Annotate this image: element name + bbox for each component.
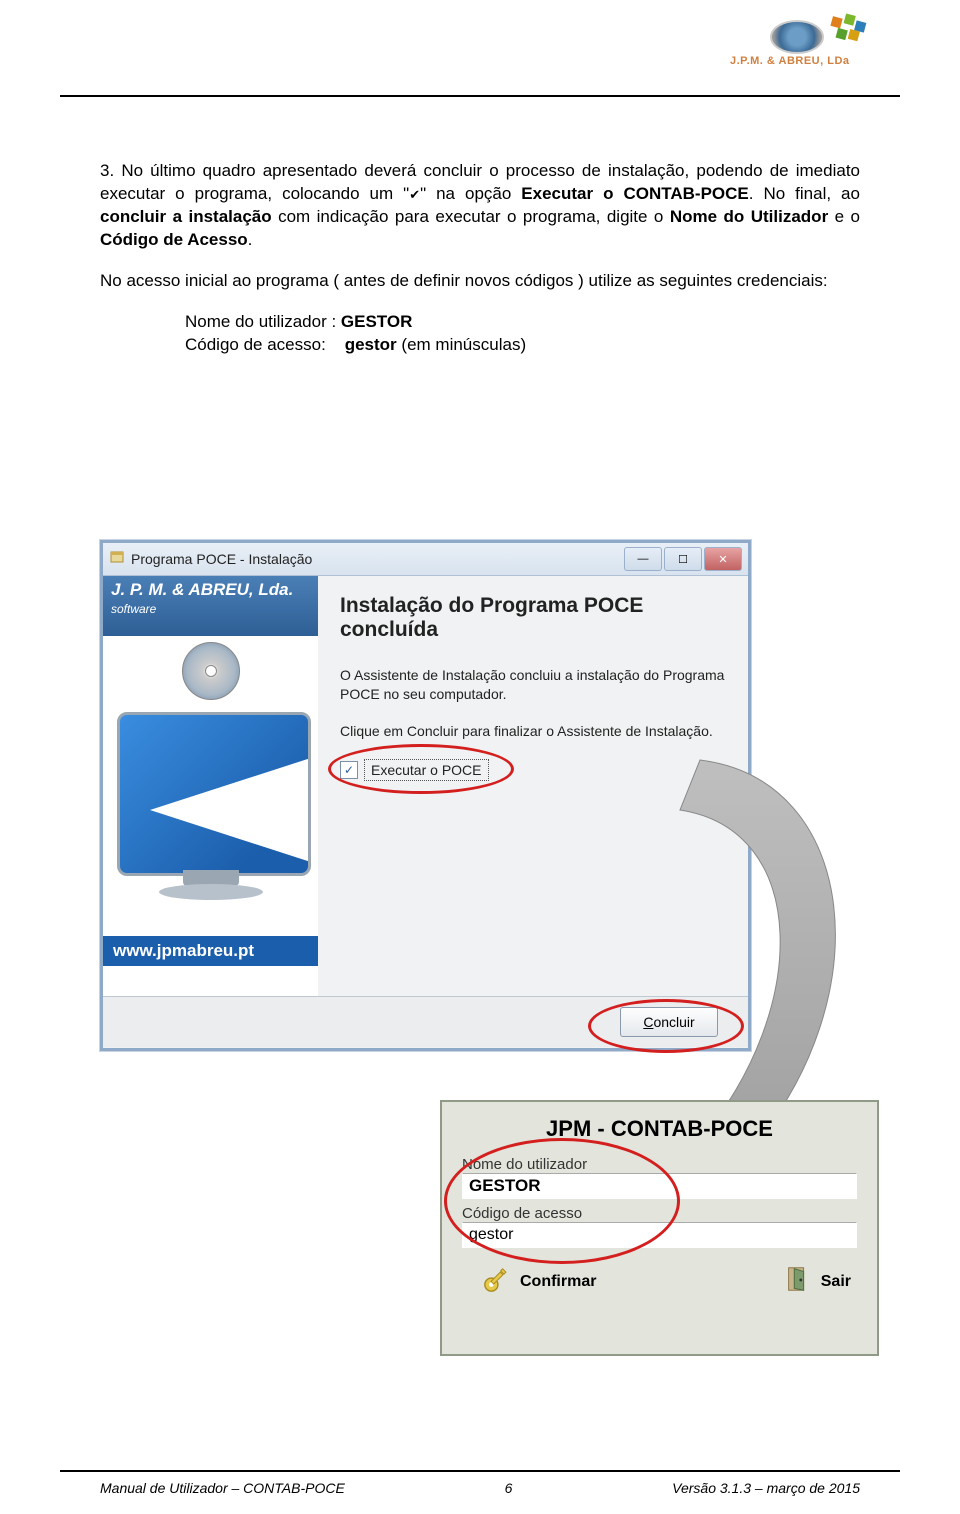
login-body: Nome do utilizador Código de acesso xyxy=(442,1156,877,1250)
window-title: Programa POCE - Instalação xyxy=(131,551,624,567)
brand-sub: software xyxy=(111,602,310,616)
footer-right: Versão 3.1.3 – março de 2015 xyxy=(672,1480,860,1496)
footer-divider xyxy=(60,1470,900,1472)
p1-end: . xyxy=(248,230,253,249)
cred-user-row: Nome do utilizador : GESTOR xyxy=(185,311,860,334)
cred-user-value: GESTOR xyxy=(341,312,412,331)
p1-mid2: . No final, ao xyxy=(749,184,860,203)
exit-label: Sair xyxy=(821,1273,851,1291)
p1-bold1: Executar o CONTAB-POCE xyxy=(521,184,748,203)
monitor-graphic: www.jpmabreu.pt xyxy=(103,706,318,966)
p1-bold2: concluir a instalação xyxy=(100,207,272,226)
cd-icon xyxy=(182,642,240,700)
installer-window: Programa POCE - Instalação — ☐ ✕ J. P. M… xyxy=(100,540,751,1051)
page-footer: Manual de Utilizador – CONTAB-POCE 6 Ver… xyxy=(100,1480,860,1496)
close-button[interactable]: ✕ xyxy=(704,547,742,571)
concluir-button[interactable]: Concluir xyxy=(620,1007,718,1037)
pixel-icon xyxy=(827,10,873,49)
credentials-block: Nome do utilizador : GESTOR Código de ac… xyxy=(185,311,860,357)
p1-bold3: Nome do Utilizador xyxy=(670,207,828,226)
minimize-button[interactable]: — xyxy=(624,547,662,571)
p1-bold4: Código de Acesso xyxy=(100,230,248,249)
title-line2: concluída xyxy=(340,618,438,641)
url-bar: www.jpmabreu.pt xyxy=(103,936,318,966)
door-icon xyxy=(783,1264,813,1299)
p1-mid3: com indicação para executar o programa, … xyxy=(272,207,670,226)
run-checkbox[interactable]: ✓ xyxy=(340,761,358,779)
key-icon xyxy=(482,1264,512,1299)
confirm-label: Confirmar xyxy=(520,1273,596,1291)
body-content: 3. No último quadro apresentado deverá c… xyxy=(100,160,860,357)
brand-bar: J. P. M. & ABREU, Lda. software xyxy=(103,576,318,636)
maximize-button[interactable]: ☐ xyxy=(664,547,702,571)
header-divider xyxy=(60,95,900,97)
installer-icon xyxy=(109,549,125,570)
document-page: J.P.M. & ABREU, LDa 3. No último quadro … xyxy=(0,0,960,1514)
installer-main: Instalação do Programa POCE concluída O … xyxy=(318,576,748,996)
monitor-icon xyxy=(117,712,311,876)
brand-text: J. P. M. & ABREU, Lda. xyxy=(111,580,293,599)
login-title: JPM - CONTAB-POCE xyxy=(442,1102,877,1152)
footer-left: Manual de Utilizador – CONTAB-POCE xyxy=(100,1480,345,1496)
paragraph-2: No acesso inicial ao programa ( antes de… xyxy=(100,270,860,293)
eye-icon xyxy=(770,20,824,54)
titlebar: Programa POCE - Instalação — ☐ ✕ xyxy=(103,543,748,576)
cred-pass-value: gestor xyxy=(345,335,397,354)
login-dialog: JPM - CONTAB-POCE Nome do utilizador Cód… xyxy=(440,1100,879,1356)
cred-user-label: Nome do utilizador : xyxy=(185,312,341,331)
run-checkbox-label: Executar o POCE xyxy=(364,759,489,781)
installer-sidebar: J. P. M. & ABREU, Lda. software www.jpma… xyxy=(103,576,318,996)
installer-body: J. P. M. & ABREU, Lda. software www.jpma… xyxy=(103,576,748,996)
installer-p1: O Assistente de Instalação concluiu a in… xyxy=(340,666,728,704)
footer-page-number: 6 xyxy=(505,1480,513,1496)
arrow-icon xyxy=(150,755,311,865)
checkmark-glyph: ✔ xyxy=(409,187,420,202)
monitor-base xyxy=(159,884,263,900)
window-controls: — ☐ ✕ xyxy=(624,547,742,571)
cred-pass-label: Código de acesso: xyxy=(185,335,345,354)
installer-p2: Clique em Concluir para finalizar o Assi… xyxy=(340,722,728,741)
concluir-label: Concluir xyxy=(643,1014,694,1030)
login-user-input[interactable] xyxy=(462,1173,857,1199)
login-footer: Confirmar Sair xyxy=(442,1250,877,1299)
p1-mid4: e o xyxy=(828,207,860,226)
cd-graphic xyxy=(103,636,318,706)
checkbox-row: ✓ Executar o POCE xyxy=(340,759,728,781)
login-pass-label: Código de acesso xyxy=(462,1205,857,1222)
paragraph-1: 3. No último quadro apresentado deverá c… xyxy=(100,160,860,252)
installer-title: Instalação do Programa POCE concluída xyxy=(340,594,728,642)
cred-pass-note: (em minúsculas) xyxy=(397,335,526,354)
logo-text: J.P.M. & ABREU, LDa xyxy=(730,55,850,67)
login-pass-input[interactable] xyxy=(462,1222,857,1248)
company-logo: J.P.M. & ABREU, LDa xyxy=(730,20,890,80)
title-line1: Instalação do Programa POCE xyxy=(340,594,643,617)
exit-button[interactable]: Sair xyxy=(783,1264,851,1299)
p1-mid: " na opção xyxy=(420,184,521,203)
cred-pass-row: Código de acesso: gestor (em minúsculas) xyxy=(185,334,860,357)
login-user-label: Nome do utilizador xyxy=(462,1156,857,1173)
installer-footer: Concluir xyxy=(103,996,748,1047)
confirm-button[interactable]: Confirmar xyxy=(482,1264,596,1299)
